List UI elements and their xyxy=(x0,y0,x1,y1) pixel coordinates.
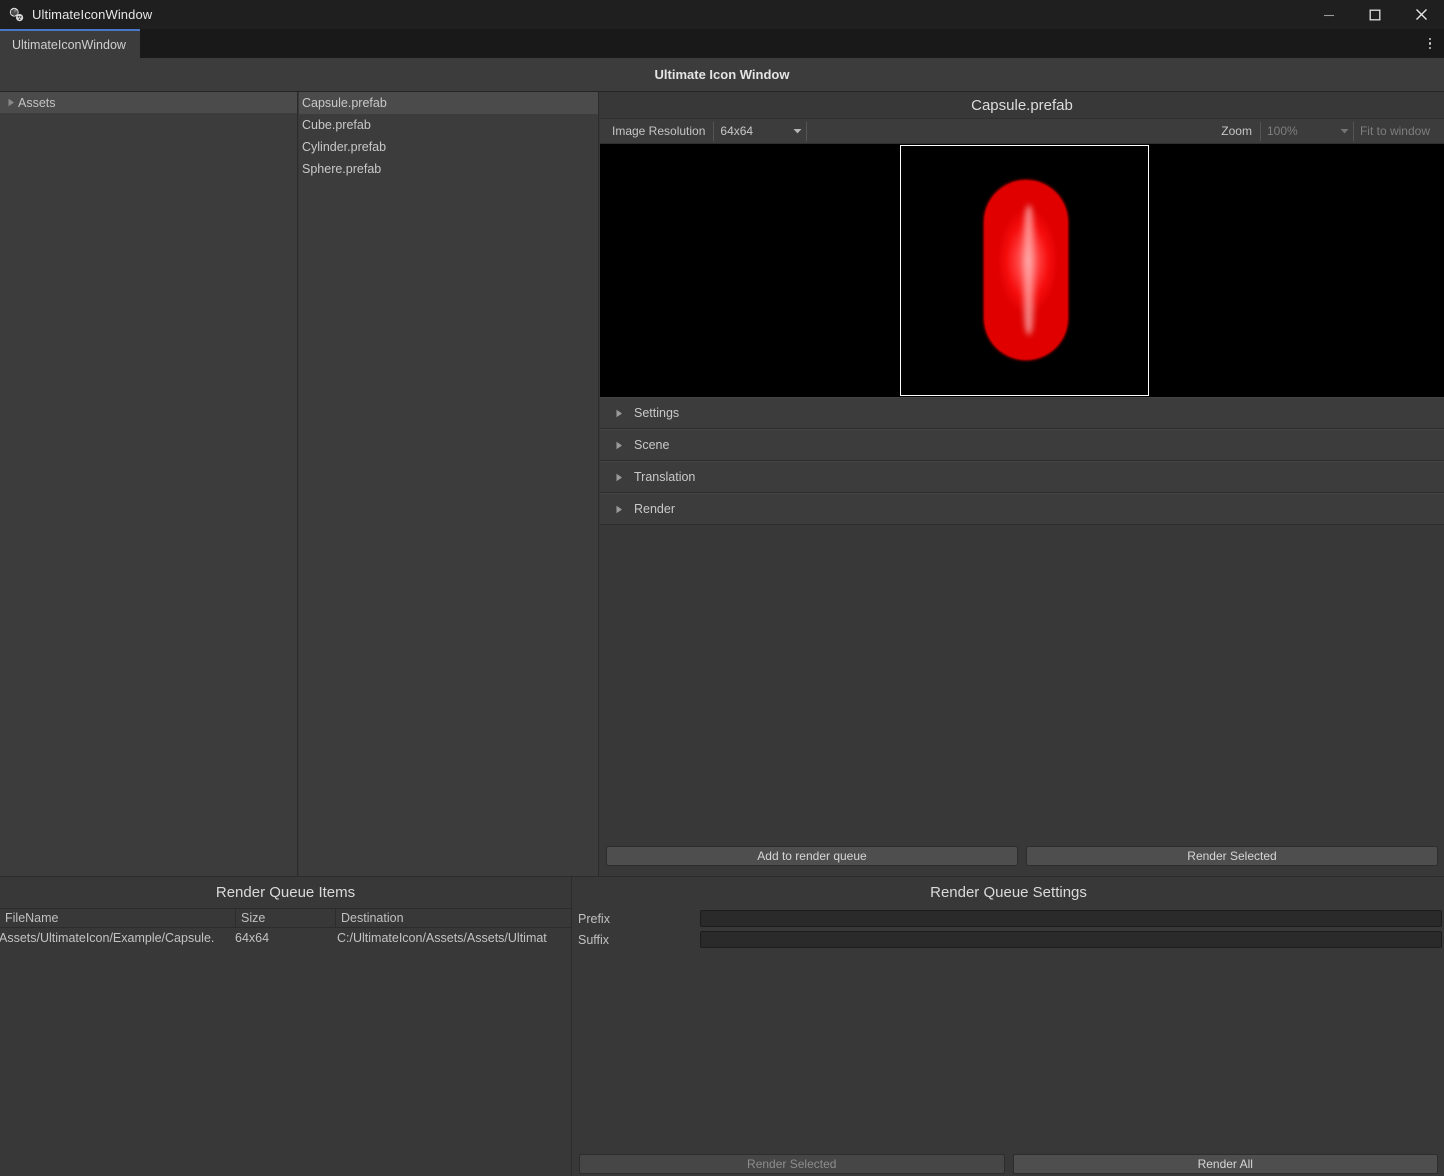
tabstrip-spacer xyxy=(140,29,1416,58)
image-resolution-value: 64x64 xyxy=(720,124,754,138)
tree-item-assets[interactable]: Assets xyxy=(0,92,297,113)
close-icon[interactable] xyxy=(1398,0,1444,29)
triangle-right-icon xyxy=(612,470,626,484)
column-header-destination[interactable]: Destination xyxy=(336,908,571,928)
render-selected-button[interactable]: Render Selected xyxy=(1026,846,1438,866)
prefix-input[interactable] xyxy=(700,910,1442,927)
foldout-label: Translation xyxy=(634,470,696,484)
foldout-scene[interactable]: Scene xyxy=(600,429,1444,461)
inspector-action-buttons: Add to render queue Render Selected xyxy=(600,846,1444,866)
render-all-button[interactable]: Render All xyxy=(1012,1154,1438,1174)
zoom-value: 100% xyxy=(1266,124,1298,138)
triangle-right-icon xyxy=(612,502,626,516)
table-row[interactable]: Assets/UltimateIcon/Example/Capsule. 64x… xyxy=(0,928,571,947)
column-header-size[interactable]: Size xyxy=(236,908,336,928)
list-item[interactable]: Cylinder.prefab xyxy=(299,136,598,158)
prefix-field-row: Prefix xyxy=(573,908,1444,929)
inspector-toolbar: Image Resolution 64x64 Zoom 100% Fit to … xyxy=(600,118,1444,144)
tree-item-label: Assets xyxy=(18,95,56,110)
image-resolution-dropdown[interactable]: 64x64 xyxy=(713,121,808,141)
render-selected-queue-button[interactable]: Render Selected xyxy=(579,1154,1005,1174)
os-titlebar: UltimateIconWindow xyxy=(0,0,1444,29)
column-header-filename[interactable]: FileName xyxy=(0,908,236,928)
kebab-menu-icon[interactable] xyxy=(1416,29,1444,58)
foldout-render[interactable]: Render xyxy=(600,493,1444,525)
suffix-field-row: Suffix xyxy=(573,929,1444,950)
foldout-label: Scene xyxy=(634,438,670,452)
list-item-label: Cube.prefab xyxy=(302,118,371,132)
assets-tree-panel: Assets xyxy=(0,92,298,876)
chevron-down-icon xyxy=(793,128,802,134)
asset-list-panel: Capsule.prefab Cube.prefab Cylinder.pref… xyxy=(299,92,599,876)
list-item-label: Cylinder.prefab xyxy=(302,140,387,154)
inspector-title: Capsule.prefab xyxy=(971,96,1073,114)
fit-to-window-button[interactable]: Fit to window xyxy=(1354,124,1438,138)
render-queue-settings-panel: Render Queue Settings Prefix Suffix Rend… xyxy=(573,877,1444,1176)
preview-frame xyxy=(900,145,1149,396)
unity-cube-icon xyxy=(8,7,24,23)
maximize-icon[interactable] xyxy=(1352,0,1398,29)
page-title: Ultimate Icon Window xyxy=(0,58,1444,92)
triangle-right-icon xyxy=(612,438,626,452)
list-item-label: Capsule.prefab xyxy=(302,96,387,110)
inspector-panel: Capsule.prefab Image Resolution 64x64 Zo… xyxy=(600,92,1444,876)
suffix-label: Suffix xyxy=(578,932,610,947)
icon-preview-area[interactable] xyxy=(600,144,1444,397)
image-resolution-label: Image Resolution xyxy=(612,124,706,138)
prefix-label: Prefix xyxy=(578,911,610,926)
foldout-label: Settings xyxy=(634,406,680,420)
render-queue-items-panel: Render Queue Items FileName Size Destina… xyxy=(0,877,572,1176)
cell-filename: Assets/UltimateIcon/Example/Capsule. xyxy=(0,930,215,945)
list-item-label: Sphere.prefab xyxy=(302,162,382,176)
suffix-input[interactable] xyxy=(700,931,1442,948)
zoom-label: Zoom xyxy=(1221,124,1252,138)
zoom-dropdown[interactable]: 100% xyxy=(1259,121,1354,141)
render-queue-action-buttons: Render Selected Render All xyxy=(573,1154,1444,1174)
minimize-icon[interactable] xyxy=(1306,0,1352,29)
window-title: UltimateIconWindow xyxy=(32,7,153,22)
foldout-label: Render xyxy=(634,502,675,516)
render-queue-items-title: Render Queue Items xyxy=(215,884,356,901)
tab-ultimate-icon-window[interactable]: UltimateIconWindow xyxy=(0,29,140,58)
list-item[interactable]: Cube.prefab xyxy=(299,114,598,136)
add-to-render-queue-button[interactable]: Add to render queue xyxy=(606,846,1018,866)
bottom-area: Render Queue Items FileName Size Destina… xyxy=(0,876,1444,1176)
cell-destination: C:/UltimateIcon/Assets/Assets/Ultimat xyxy=(337,930,547,945)
tab-label: UltimateIconWindow xyxy=(12,37,126,52)
triangle-right-icon xyxy=(612,406,626,420)
list-item[interactable]: Sphere.prefab xyxy=(299,158,598,180)
window-controls xyxy=(1306,0,1444,29)
main-body: Assets Capsule.prefab Cube.prefab Cylind… xyxy=(0,92,1444,876)
render-queue-table-header: FileName Size Destination xyxy=(0,908,571,928)
red-capsule-preview xyxy=(984,180,1068,360)
triangle-right-icon[interactable] xyxy=(4,96,18,110)
tabstrip: UltimateIconWindow xyxy=(0,29,1444,58)
cell-size: 64x64 xyxy=(235,930,270,945)
foldout-settings[interactable]: Settings xyxy=(600,397,1444,429)
render-queue-settings-title: Render Queue Settings xyxy=(930,884,1087,901)
chevron-down-icon xyxy=(1340,128,1349,134)
foldout-translation[interactable]: Translation xyxy=(600,461,1444,493)
list-item[interactable]: Capsule.prefab xyxy=(299,92,598,114)
